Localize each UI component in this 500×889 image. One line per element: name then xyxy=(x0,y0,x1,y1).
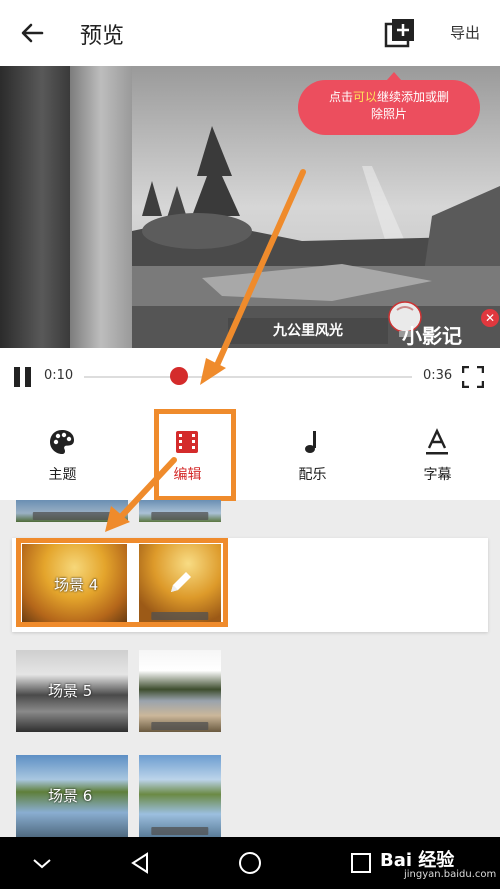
tooltip-text-1: 点击 xyxy=(328,90,353,104)
text-underline-icon xyxy=(426,428,448,455)
scene-5-thumb-a[interactable]: 场景 5 xyxy=(16,650,128,732)
edit-tab-highlight xyxy=(154,409,236,501)
tab-theme-label: 主题 xyxy=(48,467,77,483)
playback-bar: 0:10 0:36 xyxy=(0,348,500,404)
scene-6-thumb-a[interactable]: 场景 6 xyxy=(16,755,128,837)
scene-6-label: 场景 6 xyxy=(48,787,93,805)
arrow-left-icon[interactable] xyxy=(18,18,48,48)
tooltip-text-4: 除照片 xyxy=(370,107,407,121)
editor-tabs: 主题 编辑 配乐 字幕 xyxy=(0,404,500,500)
tab-music[interactable]: 配乐 xyxy=(250,404,375,500)
previous-scene-strip xyxy=(0,66,70,348)
scene-5-thumb-b[interactable] xyxy=(139,650,221,732)
pause-icon[interactable] xyxy=(14,367,32,387)
add-photo-icon[interactable] xyxy=(384,18,416,48)
current-time: 0:10 xyxy=(44,368,74,383)
recents-square-icon[interactable] xyxy=(349,851,373,875)
thumb-caption-bar xyxy=(151,827,209,835)
thumb-caption-bar xyxy=(151,512,209,520)
export-button[interactable]: 导出 xyxy=(450,22,480,43)
tooltip-text-3: 继续添加或删 xyxy=(377,90,450,104)
thumb-caption-bar xyxy=(32,512,112,520)
thumb-caption-bar xyxy=(151,722,209,730)
close-icon[interactable]: ✕ xyxy=(481,309,499,327)
scene-6-thumb-b[interactable] xyxy=(139,755,221,837)
tab-subtitle[interactable]: 字幕 xyxy=(375,404,500,500)
fullscreen-icon[interactable] xyxy=(462,366,484,388)
top-bar: 预览 导出 xyxy=(0,0,500,66)
tooltip-text-2: 可以 xyxy=(352,90,377,104)
transition-strip xyxy=(70,66,132,348)
scene-3-thumb-a[interactable] xyxy=(16,500,128,522)
tab-theme[interactable]: 主题 xyxy=(0,404,125,500)
scene-4-highlight xyxy=(16,538,228,627)
home-circle-icon[interactable] xyxy=(238,851,262,875)
scene-caption: 九公里风光 xyxy=(228,318,388,344)
tab-subtitle-label: 字幕 xyxy=(423,467,452,483)
app-screen: 预览 导出 九公里风光 小影记 ✕ 点击可以继续添加或删 除照片 0:10 0:… xyxy=(0,0,500,889)
scene-3-thumb-b[interactable] xyxy=(139,500,221,522)
page-title: 预览 xyxy=(80,24,125,49)
progress-knob[interactable] xyxy=(170,367,189,385)
tab-music-label: 配乐 xyxy=(298,467,327,483)
add-photo-tooltip: 点击可以继续添加或删 除照片 xyxy=(298,72,480,135)
progress-track[interactable] xyxy=(84,376,412,378)
scene-5-label: 场景 5 xyxy=(48,682,93,700)
watermark-url: jingyan.baidu.com xyxy=(404,869,497,880)
music-note-icon xyxy=(305,431,316,453)
app-logo-text: 小影记 xyxy=(402,324,462,348)
back-triangle-icon[interactable] xyxy=(128,851,152,875)
total-time: 0:36 xyxy=(423,368,453,383)
palette-icon xyxy=(50,430,74,454)
chevron-down-icon[interactable] xyxy=(30,851,54,875)
